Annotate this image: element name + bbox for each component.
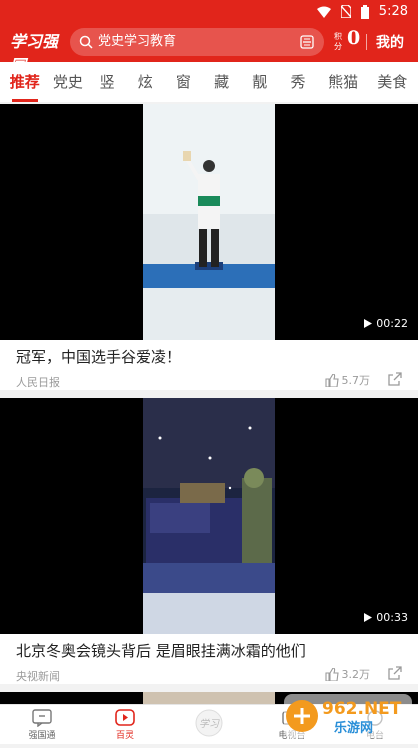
tab-1[interactable]: 党史 — [50, 62, 86, 102]
scan-icon[interactable] — [300, 35, 314, 49]
share-icon[interactable] — [388, 372, 402, 386]
points-value[interactable]: 0 — [347, 27, 360, 49]
video-thumbnail[interactable]: 00:22 — [0, 104, 418, 340]
search-input[interactable]: 党史学习教育 — [70, 28, 324, 56]
video-source: 央视新闻 — [16, 670, 60, 683]
video-play-icon — [115, 709, 135, 726]
tab-3[interactable]: 炫 — [128, 62, 162, 102]
search-icon — [79, 35, 93, 49]
tab-7[interactable]: 秀 — [281, 62, 315, 102]
tab-5[interactable]: 藏 — [205, 62, 239, 102]
svg-text:乐游网: 乐游网 — [334, 720, 373, 736]
nav-xuexi-home[interactable]: 学习 — [179, 707, 239, 738]
thumbs-up-icon — [324, 373, 339, 387]
video-title[interactable]: 北京冬奥会镜头背后 是眉眼挂满冰霜的他们 — [16, 640, 306, 661]
video-duration: 00:33 — [364, 611, 408, 624]
share-icon[interactable] — [388, 666, 402, 680]
nav-xuexi-tong[interactable]: 强国通 — [12, 707, 72, 741]
points-label: 积分 — [334, 32, 342, 51]
feed-card[interactable]: 00:33 北京冬奥会镜头背后 是眉眼挂满冰霜的他们 央视新闻 3.2万 — [0, 398, 418, 684]
tab-0[interactable]: 推荐 — [4, 62, 46, 102]
watermark-962-logo: 962.NET 乐游网 — [276, 690, 416, 744]
feed-card[interactable]: 00:22 冠军，中国选手谷爱凌！ 人民日报 5.7万 — [0, 104, 418, 390]
video-thumbnail[interactable]: 00:33 — [0, 398, 418, 634]
battery-icon — [360, 4, 369, 19]
tab-2[interactable]: 竖 — [90, 62, 124, 102]
tab-9[interactable]: 美食 — [371, 62, 413, 102]
svg-text:962.NET: 962.NET — [322, 699, 402, 719]
play-icon — [364, 319, 373, 328]
like-button[interactable]: 3.2万 — [324, 666, 370, 682]
tab-4[interactable]: 窗 — [166, 62, 200, 102]
video-duration: 00:22 — [364, 317, 408, 330]
video-frame-camera — [143, 398, 275, 634]
app-logo[interactable]: 学习强国 — [10, 30, 60, 75]
app-header: 学习强国 党史学习教育 积分 0 我的 — [0, 24, 418, 75]
video-frame-podium — [143, 104, 275, 340]
video-source: 人民日报 — [16, 376, 60, 389]
message-icon — [32, 709, 52, 727]
search-placeholder: 党史学习教育 — [98, 34, 177, 49]
no-sim-icon — [340, 5, 351, 18]
nav-bailing[interactable]: 百灵 — [95, 707, 155, 741]
mine-button[interactable]: 我的 — [376, 32, 404, 52]
video-thumbnail[interactable] — [143, 692, 275, 704]
video-title[interactable]: 冠军，中国选手谷爱凌！ — [16, 346, 181, 367]
thumbs-up-icon — [324, 667, 339, 681]
category-tabs: 推荐 党史竖炫窗藏靓秀熊猫 美食 — [0, 62, 418, 102]
xuexi-logo-icon: 学习 — [195, 709, 223, 737]
like-button[interactable]: 5.7万 — [324, 372, 370, 388]
header-divider — [366, 34, 367, 50]
status-bar: 5:28 — [0, 0, 418, 24]
svg-text:学习: 学习 — [199, 718, 220, 730]
tab-8[interactable]: 熊猫 — [319, 62, 367, 102]
tab-6[interactable]: 靓 — [243, 62, 277, 102]
status-time: 5:28 — [378, 4, 408, 19]
wifi-icon — [316, 6, 331, 18]
play-icon — [364, 613, 373, 622]
